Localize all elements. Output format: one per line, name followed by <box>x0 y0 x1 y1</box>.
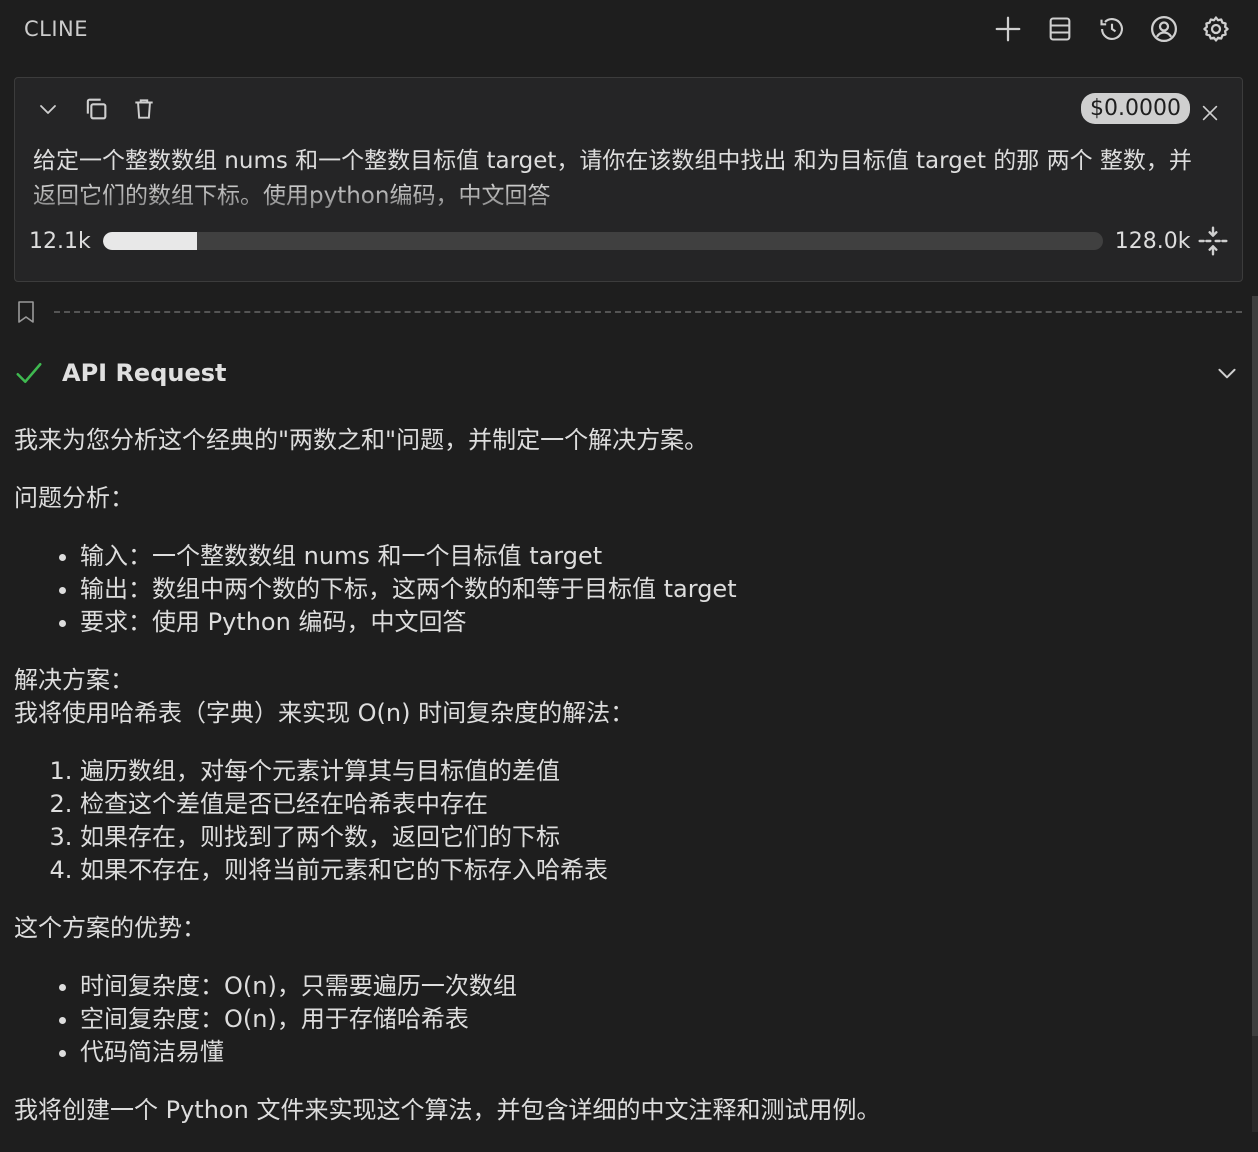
context-window-size: 128.0k <box>1114 228 1191 254</box>
solution-steps: 遍历数组，对每个元素计算其与目标值的差值 检查这个差值是否已经在哈希表中存在 如… <box>14 755 1234 887</box>
condense-context-button[interactable] <box>1196 223 1229 259</box>
gear-icon <box>1203 16 1229 42</box>
task-card: $0.0000 给定一个整数数组 nums 和一个整数目标值 target，请你… <box>14 77 1243 282</box>
list-item: 要求：使用 Python 编码，中文回答 <box>80 606 1234 639</box>
account-icon <box>1151 16 1177 42</box>
bookmark-icon[interactable] <box>16 300 36 324</box>
api-request-label: API Request <box>62 359 227 387</box>
mcp-servers-button[interactable] <box>1042 11 1078 47</box>
context-window-row: 12.1k 128.0k <box>29 224 1229 258</box>
context-progress-bar[interactable] <box>102 232 1103 250</box>
new-task-button[interactable] <box>990 11 1026 47</box>
analysis-list: 输入：一个整数数组 nums 和一个目标值 target 输出：数组中两个数的下… <box>14 540 1234 639</box>
task-toolbar <box>31 92 161 126</box>
copy-icon <box>86 98 107 120</box>
account-button[interactable] <box>1146 11 1182 47</box>
message-intro: 我来为您分析这个经典的"两数之和"问题，并制定一个解决方案。 <box>14 426 709 454</box>
history-button[interactable] <box>1094 11 1130 47</box>
compress-icon <box>1198 226 1228 256</box>
app-title: CLINE <box>24 17 89 41</box>
list-item: 遍历数组，对每个元素计算其与目标值的差值 <box>80 755 1234 788</box>
advantages-list: 时间复杂度：O(n)，只需要遍历一次数组 空间复杂度：O(n)，用于存储哈希表 … <box>14 970 1234 1069</box>
close-task-button[interactable] <box>1192 95 1228 131</box>
close-icon <box>1202 105 1218 121</box>
list-item: 检查这个差值是否已经在哈希表中存在 <box>80 788 1234 821</box>
api-request-row[interactable]: API Request <box>14 356 1240 390</box>
chevron-down-icon[interactable] <box>1214 360 1240 386</box>
list-item: 输出：数组中两个数的下标，这两个数的和等于目标值 target <box>80 573 1234 606</box>
copy-task-button[interactable] <box>79 92 113 126</box>
advantages-heading: 这个方案的优势： <box>14 914 206 942</box>
cost-badge: $0.0000 <box>1081 93 1190 124</box>
checkpoint-divider <box>54 311 1242 313</box>
assistant-message: 我来为您分析这个经典的"两数之和"问题，并制定一个解决方案。 问题分析： 输入：… <box>14 424 1234 1152</box>
top-bar: CLINE <box>0 0 1258 58</box>
list-item: 输入：一个整数数组 nums 和一个目标值 target <box>80 540 1234 573</box>
header-actions <box>990 11 1234 47</box>
list-item: 时间复杂度：O(n)，只需要遍历一次数组 <box>80 970 1234 1003</box>
collapse-task-button[interactable] <box>31 92 65 126</box>
settings-button[interactable] <box>1198 11 1234 47</box>
list-item: 如果存在，则找到了两个数，返回它们的下标 <box>80 821 1234 854</box>
list-item: 如果不存在，则将当前元素和它的下标存入哈希表 <box>80 854 1234 887</box>
message-closing: 我将创建一个 Python 文件来实现这个算法，并包含详细的中文注释和测试用例。 <box>14 1096 881 1124</box>
delete-task-button[interactable] <box>127 92 161 126</box>
chevron-down-icon <box>40 105 56 114</box>
task-description[interactable]: 给定一个整数数组 nums 和一个整数目标值 target，请你在该数组中找出 … <box>33 144 1213 214</box>
history-icon <box>1100 18 1123 40</box>
list-item: 代码简洁易懂 <box>80 1036 1234 1069</box>
servers-icon <box>1049 17 1071 41</box>
context-progress-fill <box>102 232 197 250</box>
scrollbar-thumb[interactable] <box>1252 296 1258 1036</box>
solution-description: 我将使用哈希表（字典）来实现 O(n) 时间复杂度的解法： <box>14 699 635 727</box>
solution-heading: 解决方案： <box>14 666 134 694</box>
trash-icon <box>135 99 153 119</box>
plus-icon <box>995 16 1021 42</box>
list-item: 空间复杂度：O(n)，用于存储哈希表 <box>80 1003 1234 1036</box>
checkpoint-row <box>16 300 1242 324</box>
tokens-used: 12.1k <box>29 228 91 254</box>
analysis-heading: 问题分析： <box>14 484 134 512</box>
check-icon <box>16 363 42 383</box>
